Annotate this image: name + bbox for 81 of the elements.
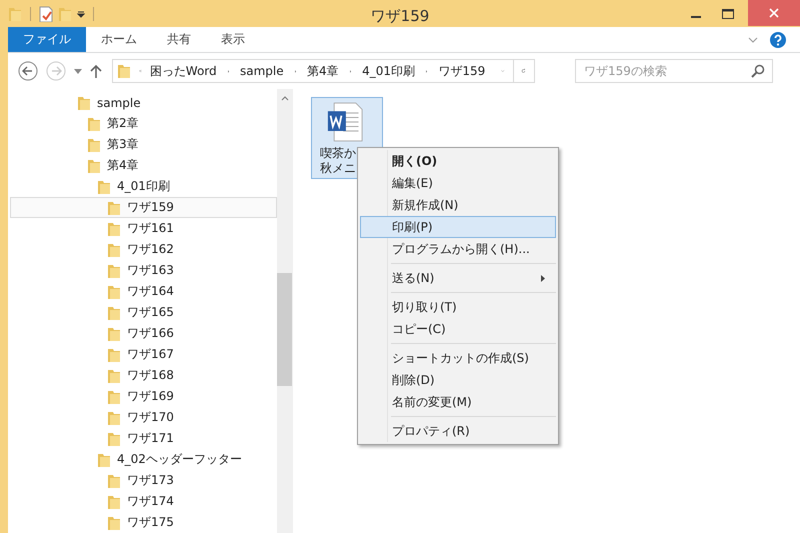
ribbon-tab[interactable]: ファイル xyxy=(8,27,86,52)
menu-item[interactable]: 切り取り(T) xyxy=(360,296,556,318)
folder-icon xyxy=(87,158,101,174)
tree-item[interactable]: ワザ167 xyxy=(10,344,277,365)
tree-item[interactable]: sample xyxy=(10,92,277,113)
menu-item[interactable]: 削除(D) xyxy=(360,369,556,391)
menu-item[interactable]: ショートカットの作成(S) xyxy=(360,347,556,369)
folder-icon xyxy=(107,262,121,278)
tree-item[interactable]: 第3章 xyxy=(10,134,277,155)
scrollbar[interactable] xyxy=(277,89,292,533)
folder-icon xyxy=(117,63,131,79)
search-field[interactable]: ワザ159の検索 xyxy=(575,59,773,83)
folder-icon xyxy=(87,136,101,152)
up-arrow-icon[interactable] xyxy=(90,64,102,78)
window-title: ワザ159 xyxy=(370,7,430,26)
scroll-up-icon[interactable] xyxy=(280,96,288,101)
submenu-arrow-icon xyxy=(541,274,545,282)
folder-icon xyxy=(107,242,121,258)
tree-item[interactable]: 4_02ヘッダーフッター xyxy=(10,449,277,470)
file-name: 秋メニ xyxy=(320,161,356,176)
file-name: 喫茶か xyxy=(320,146,356,161)
menu-item[interactable]: 名前の変更(M) xyxy=(360,391,556,413)
address-bar[interactable]: 困ったWord sample 第4章 4_01印刷 ワザ159 xyxy=(112,59,535,83)
ribbon-tab[interactable]: ホーム xyxy=(86,27,152,52)
folder-icon xyxy=(107,430,121,446)
menu-item[interactable]: プログラムから開く(H)... xyxy=(360,238,556,260)
tree-item[interactable]: 4_01印刷 xyxy=(10,176,277,197)
chevron-icon[interactable] xyxy=(748,36,758,42)
tree-item[interactable]: 第4章 xyxy=(10,155,277,176)
folder-icon xyxy=(107,326,121,342)
folder-icon xyxy=(97,452,111,468)
search-icon[interactable] xyxy=(751,64,765,78)
menu-item[interactable]: 新規作成(N) xyxy=(360,194,556,216)
menu-item[interactable]: コピー(C) xyxy=(360,318,556,340)
folder-icon xyxy=(97,178,111,194)
ribbon-tab[interactable]: 表示 xyxy=(206,27,260,52)
folder-icon xyxy=(107,368,121,384)
folder-icon xyxy=(107,284,121,300)
scrollbar-thumb[interactable] xyxy=(277,273,292,386)
tree-item[interactable]: ワザ163 xyxy=(10,260,277,281)
menu-item[interactable]: プロパティ(R) xyxy=(360,420,556,442)
tree-item[interactable]: ワザ165 xyxy=(10,302,277,323)
tree-item[interactable]: ワザ170 xyxy=(10,407,277,428)
breadcrumb-item[interactable]: sample xyxy=(240,64,284,78)
tree-item[interactable]: ワザ161 xyxy=(10,218,277,239)
folder-icon xyxy=(107,472,121,488)
tree-item[interactable]: ワザ164 xyxy=(10,281,277,302)
breadcrumb-item[interactable]: 4_01印刷 xyxy=(362,62,415,80)
folder-icon xyxy=(107,494,121,510)
folder-icon xyxy=(107,304,121,320)
folder-icon xyxy=(77,94,91,110)
tree-item[interactable]: ワザ166 xyxy=(10,323,277,344)
folder-icon xyxy=(107,220,121,236)
tree-item[interactable]: ワザ159 xyxy=(10,197,277,218)
maximize-icon[interactable] xyxy=(722,9,734,19)
tree-item[interactable]: ワザ169 xyxy=(10,386,277,407)
tree-item[interactable]: ワザ162 xyxy=(10,239,277,260)
tree-item[interactable]: ワザ173 xyxy=(10,470,277,491)
tree-item[interactable]: ワザ175 xyxy=(10,512,277,533)
folder-icon xyxy=(87,116,101,132)
properties-icon[interactable] xyxy=(39,6,53,22)
breadcrumb-item[interactable]: ワザ159 xyxy=(438,62,486,80)
tree-item[interactable]: ワザ168 xyxy=(10,365,277,386)
help-icon[interactable] xyxy=(770,32,786,48)
menu-item[interactable]: 送る(N) xyxy=(360,267,556,289)
tree-item[interactable]: 第2章 xyxy=(10,113,277,134)
folder-icon xyxy=(107,200,121,216)
folder-icon xyxy=(107,410,121,426)
breadcrumb-item[interactable]: 第4章 xyxy=(307,62,339,80)
folder-icon xyxy=(107,388,121,404)
ribbon-tab[interactable]: 共有 xyxy=(152,27,206,52)
back-icon[interactable] xyxy=(18,61,38,81)
tree-item[interactable]: ワザ171 xyxy=(10,428,277,449)
close-icon[interactable] xyxy=(769,8,779,18)
tree-item[interactable]: ワザ174 xyxy=(10,491,277,512)
breadcrumb-item[interactable]: 困ったWord xyxy=(150,62,217,80)
dropdown-icon[interactable] xyxy=(77,10,85,18)
menu-item[interactable]: 印刷(P) xyxy=(360,216,556,238)
folder-icon xyxy=(107,514,121,530)
word-document-icon xyxy=(327,102,363,142)
folder-icon xyxy=(107,346,121,362)
